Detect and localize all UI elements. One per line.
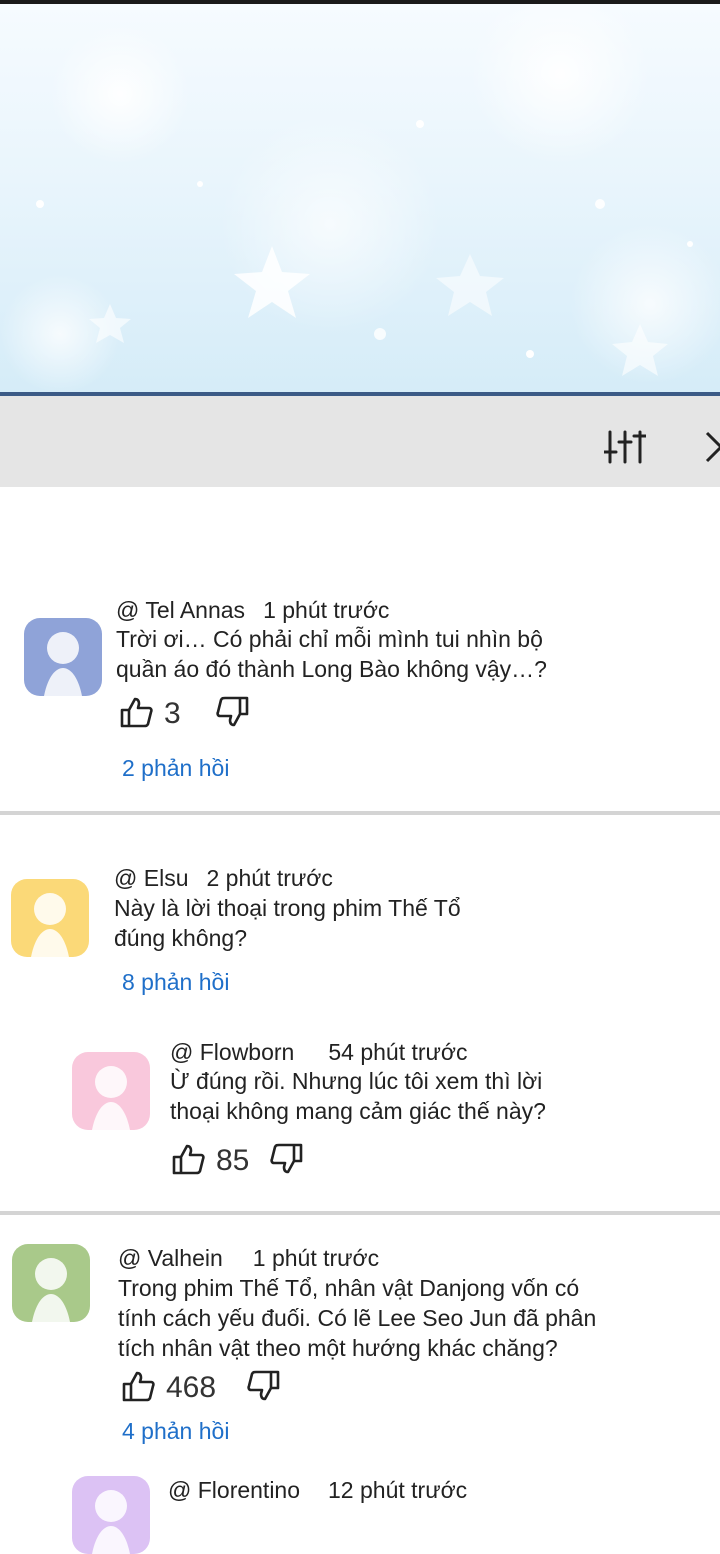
chevron-right-icon[interactable] [704,430,720,469]
comment-actions: 3 [120,694,249,734]
comment-author[interactable]: @ Tel Annas [116,597,245,623]
comment-text-line: Ừ đúng rồi. Nhưng lúc tôi xem thì lời [170,1068,543,1094]
thumbs-up-icon[interactable] [122,1370,156,1407]
avatar[interactable] [24,618,102,696]
comment-divider [0,811,720,815]
avatar[interactable] [72,1052,150,1130]
user-avatar-icon [44,632,82,696]
comment-meta: @ Valhein 1 phút trước [118,1245,379,1272]
like-count: 468 [166,1371,217,1404]
hero-image [0,4,720,394]
comment-author[interactable]: @ Elsu [114,865,188,891]
comment-text-line: tính cách yếu đuối. Có lẽ Lee Seo Jun đã… [118,1305,597,1331]
comment-time: 2 phút trước [206,865,333,891]
user-avatar-icon [92,1066,130,1130]
view-replies-link[interactable]: 2 phản hồi [122,755,229,782]
comment-text-line: tích nhân vật theo một hướng khác chăng? [118,1335,558,1361]
avatar[interactable] [72,1476,150,1554]
thumbs-down-icon[interactable] [246,1370,280,1407]
comment-actions: 468 [122,1368,280,1408]
comment-time: 12 phút trước [328,1477,468,1503]
comment-text: Ừ đúng rồi. Nhưng lúc tôi xem thì lời th… [170,1066,546,1126]
comment-text-line: Trời ơi… Có phải chỉ mỗi mình tui nhìn b… [116,626,543,652]
comment-text-line: Này là lời thoại trong phim Thế Tổ [114,895,461,921]
thumbs-down-icon[interactable] [215,696,249,733]
comment-text-line: Trong phim Thế Tổ, nhân vật Danjong vốn … [118,1275,580,1301]
comment-text: Này là lời thoại trong phim Thế Tổ đúng … [114,893,461,953]
comment-actions: 85 [172,1141,303,1181]
comment-author[interactable]: @ Valhein [118,1245,223,1271]
comment-text: Trời ơi… Có phải chỉ mỗi mình tui nhìn b… [116,624,547,684]
like-count: 3 [164,697,181,730]
comment-text: Trong phim Thế Tổ, nhân vật Danjong vốn … [118,1273,596,1363]
view-replies-link[interactable]: 8 phản hồi [122,969,229,996]
comment-toolbar [0,396,720,487]
comment-time: 1 phút trước [263,597,390,623]
comment-meta: @ Flowborn 54 phút trước [170,1039,468,1066]
thumbs-down-icon[interactable] [269,1143,303,1180]
comment-time: 1 phút trước [252,1245,380,1271]
like-count: 85 [216,1144,250,1177]
user-avatar-icon [92,1490,130,1554]
sliders-icon[interactable] [602,430,648,469]
comment-author[interactable]: @ Florentino [168,1477,300,1503]
comment-text-line: đúng không? [114,925,248,951]
thumbs-up-icon[interactable] [120,696,154,733]
avatar[interactable] [11,879,89,957]
avatar[interactable] [12,1244,90,1322]
hero-stars-illustration [0,4,720,394]
comment-text-line: thoại không mang cảm giác thế này? [170,1098,546,1124]
comment-meta: @ Tel Annas 1 phút trước [116,597,389,624]
comment-time: 54 phút trước [328,1039,468,1065]
thumbs-up-icon[interactable] [172,1143,206,1180]
user-avatar-icon [31,893,69,957]
comment-meta: @ Elsu 2 phút trước [114,865,333,892]
view-replies-link[interactable]: 4 phản hồi [122,1418,229,1445]
user-avatar-icon [32,1258,70,1322]
comment-text-line: quần áo đó thành Long Bào không vậy…? [116,656,547,682]
comment-divider [0,1211,720,1215]
comment-author[interactable]: @ Flowborn [170,1039,294,1065]
